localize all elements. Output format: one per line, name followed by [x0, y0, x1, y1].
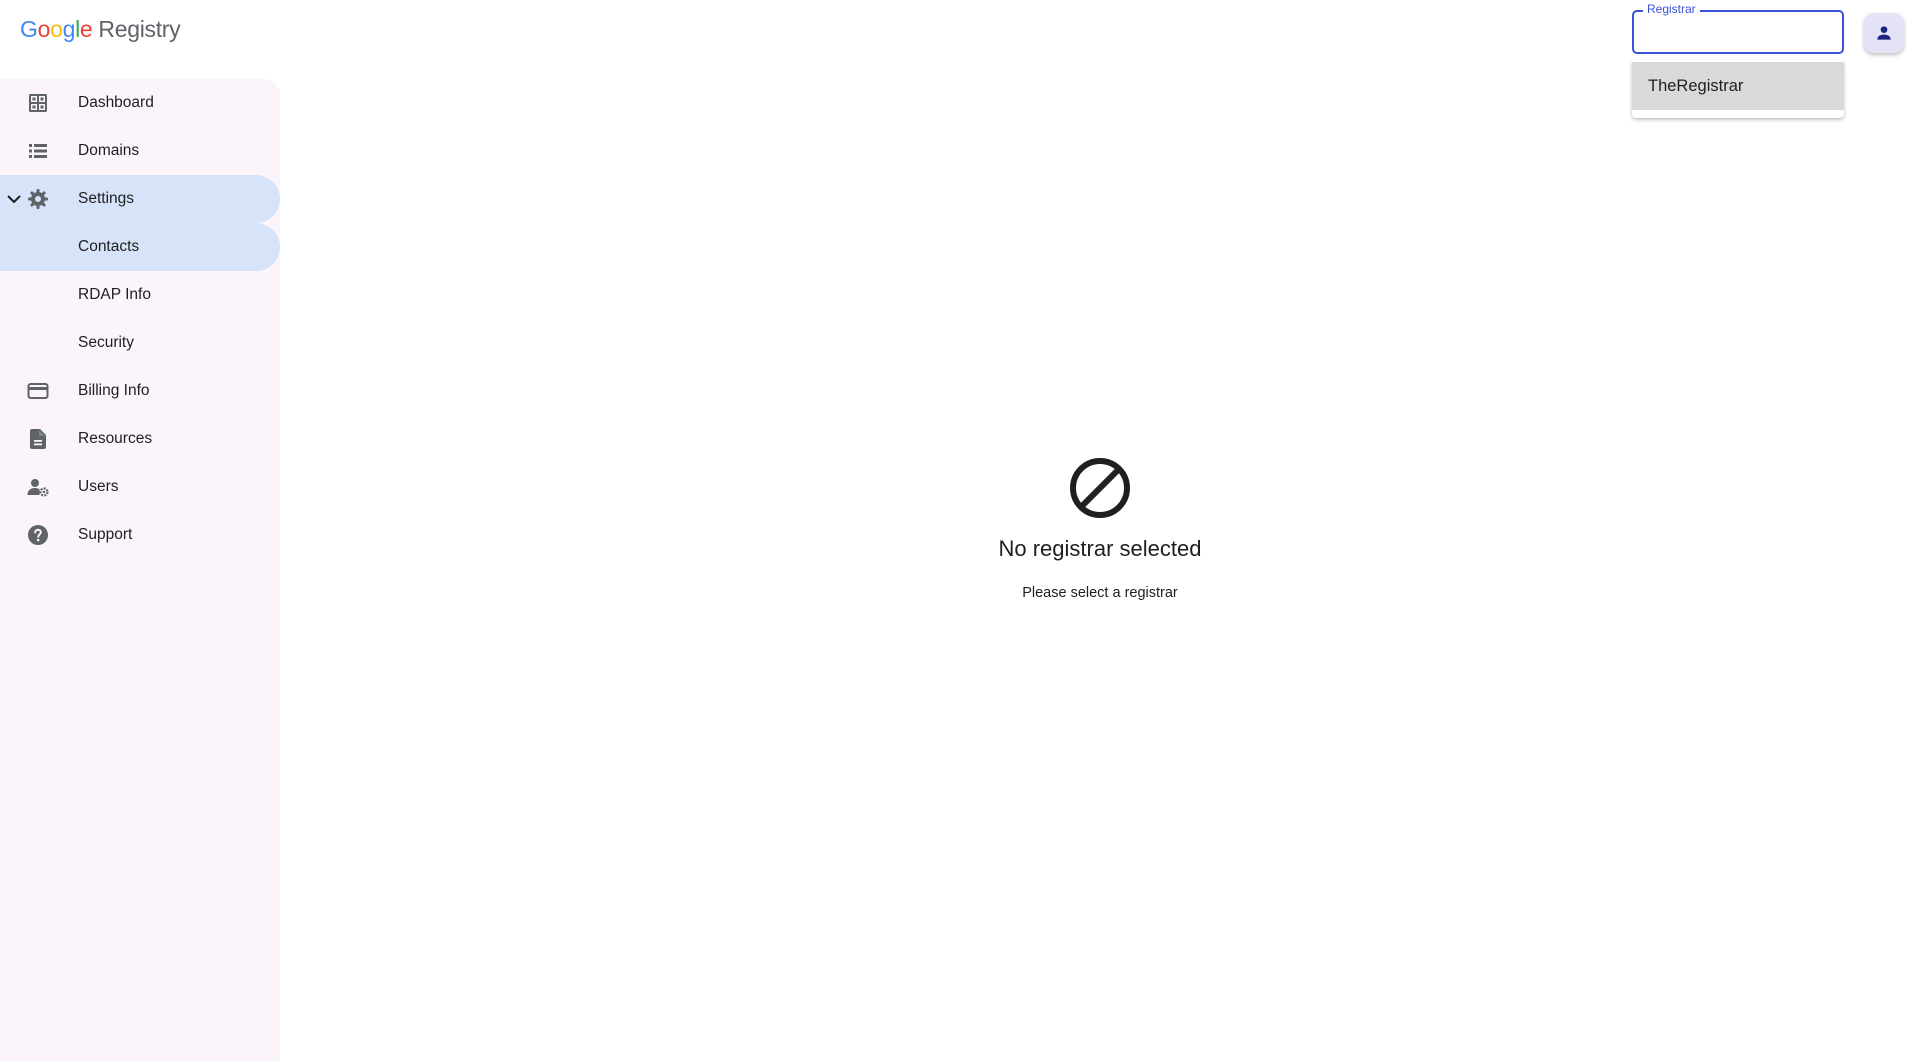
sidebar-item-resources[interactable]: Resources: [0, 415, 280, 463]
account-button[interactable]: [1864, 13, 1904, 53]
registrar-field[interactable]: [1632, 10, 1844, 54]
sidebar-item-security[interactable]: Security: [0, 319, 280, 367]
registrar-dropdown: TheRegistrar: [1632, 60, 1844, 118]
registrar-field-label: Registrar: [1643, 3, 1700, 16]
sidebar-item-dashboard[interactable]: Dashboard: [0, 79, 280, 127]
gear-icon: [28, 189, 48, 209]
sidebar-item-label: Dashboard: [78, 94, 154, 111]
chevron-down-icon[interactable]: [6, 189, 22, 209]
sidebar-item-label: Support: [78, 526, 133, 543]
person-icon: [1877, 26, 1891, 40]
help-icon: [28, 525, 48, 545]
sidebar-item-domains[interactable]: Domains: [0, 127, 280, 175]
sidebar-item-label: Contacts: [78, 238, 140, 255]
sidebar-item-label: RDAP Info: [78, 286, 151, 303]
logo-letter: o: [37, 16, 51, 42]
logo-letter: o: [50, 16, 63, 42]
sidebar-item-label: Resources: [78, 430, 153, 447]
empty-state: No registrar selected Please select a re…: [940, 456, 1260, 603]
list-icon: [29, 144, 47, 158]
sidebar-nav: Dashboard Domains Settings Contacts RDAP…: [0, 79, 280, 1061]
sidebar-item-users[interactable]: Users: [0, 463, 280, 511]
sidebar-item-label: Domains: [78, 142, 140, 159]
registrar-option[interactable]: TheRegistrar: [1632, 62, 1844, 110]
sidebar-item-billing-info[interactable]: Billing Info: [0, 367, 280, 415]
sidebar-item-settings[interactable]: Settings: [0, 175, 280, 223]
manage-accounts-icon: [27, 479, 49, 497]
logo-letter: G: [20, 16, 38, 42]
sidebar-item-label: Settings: [78, 190, 135, 207]
sidebar-item-label: Security: [78, 334, 134, 351]
document-icon: [30, 429, 46, 449]
sidebar-item-rdap-info[interactable]: RDAP Info: [0, 271, 280, 319]
google-registry-logo[interactable]: Google Registry: [20, 16, 181, 46]
product-name: Registry: [98, 16, 181, 42]
registrar-input[interactable]: [1646, 20, 1830, 44]
block-icon: [1070, 458, 1130, 518]
sidebar-item-support[interactable]: Support: [0, 511, 280, 559]
sidebar-item-contacts[interactable]: Contacts: [0, 223, 280, 271]
logo-letter: g: [62, 16, 76, 42]
empty-state-message: Please select a registrar: [1022, 585, 1178, 601]
logo-letter: e: [79, 16, 93, 42]
credit-card-icon: [27, 383, 49, 399]
dashboard-icon: [29, 94, 47, 112]
sidebar-item-label: Users: [78, 478, 119, 495]
empty-state-title: No registrar selected: [998, 536, 1202, 561]
sidebar-item-label: Billing Info: [78, 382, 150, 399]
